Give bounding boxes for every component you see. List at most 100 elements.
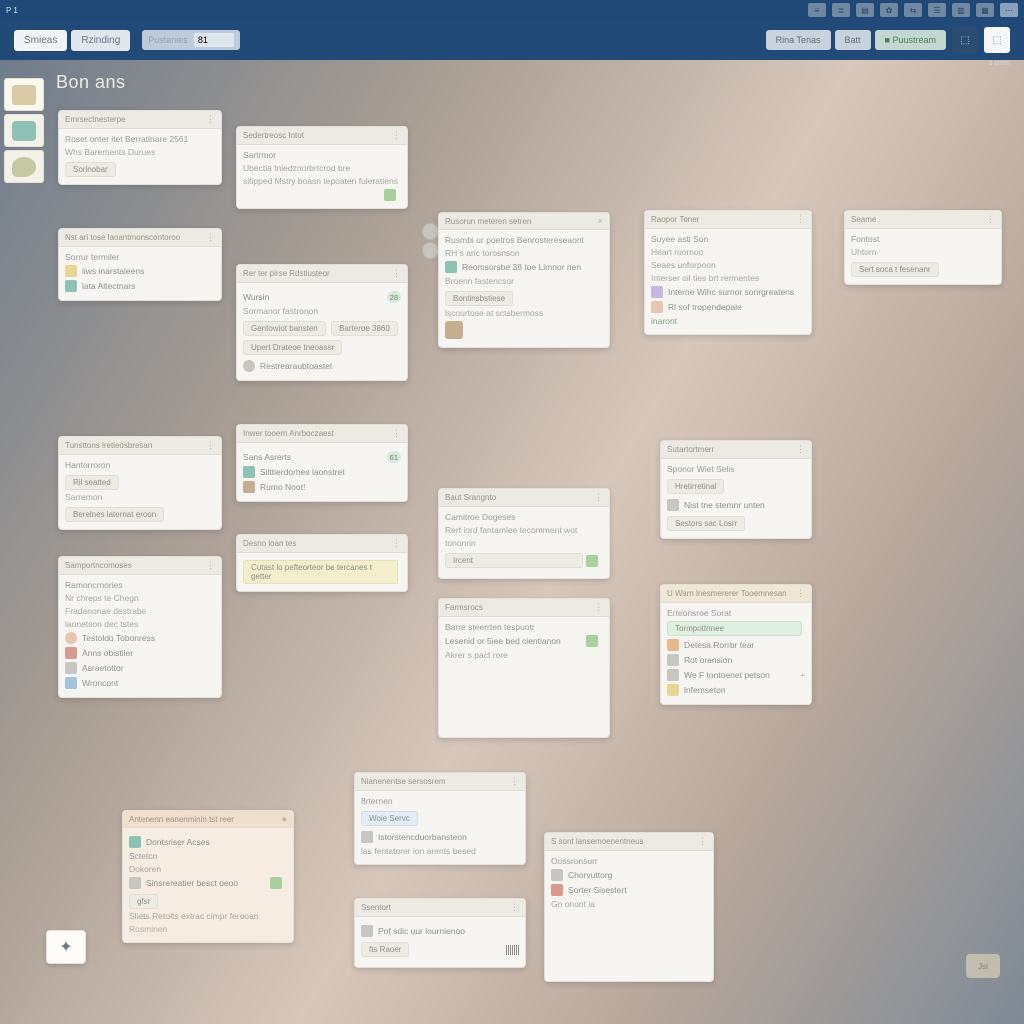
filter-input[interactable] [194, 33, 234, 47]
card-10[interactable]: Baut Srangnto⋮ Camitroe Dogeses Rert ior… [438, 488, 610, 579]
card-menu-icon[interactable]: ⋮ [206, 232, 215, 243]
titlebar-icon-6[interactable]: ☰ [928, 3, 946, 17]
card-row: Sorter Sisestert [551, 884, 707, 896]
card-line: Erteonsroe Sorat [667, 608, 805, 618]
card-menu-icon[interactable]: ⋮ [392, 538, 401, 549]
titlebar-icon-2[interactable]: ≣ [832, 3, 850, 17]
card-close-icon[interactable]: × [598, 216, 603, 226]
chip[interactable]: Sorinobar [65, 162, 116, 177]
titlebar-icon-9[interactable]: ⋯ [1000, 3, 1018, 17]
tab-secondary[interactable]: Rzinding [71, 30, 130, 51]
chip[interactable]: fts Raoer [361, 942, 409, 957]
card-menu-icon[interactable]: ⋮ [594, 602, 603, 613]
corner-badge[interactable]: Jsi [966, 954, 1000, 978]
toolbar-mid-button[interactable]: Batt [835, 30, 871, 50]
card-menu-icon[interactable]: ⋮ [698, 836, 707, 847]
chip-accent[interactable]: Tormpottnnee [667, 621, 802, 636]
card-menu-icon[interactable]: ⋮ [206, 560, 215, 571]
titlebar-icon-8[interactable]: ▦ [976, 3, 994, 17]
titlebar-icon-4[interactable]: ✿ [880, 3, 898, 17]
card-menu-icon[interactable]: ⋮ [594, 492, 603, 503]
card-16[interactable]: Antenenn eanenminin tst reer● Dontsriser… [122, 810, 294, 943]
avatar-icon [445, 321, 463, 339]
card-18[interactable]: Ssentort⋮ Pof sdic uur lournienoo fts Ra… [354, 898, 526, 968]
toolbar-square-1[interactable]: ⬚ [952, 27, 978, 53]
titlebar-icon-1[interactable]: ≡ [808, 3, 826, 17]
titlebar-icon-7[interactable]: ▥ [952, 3, 970, 17]
chip[interactable]: Ril seatted [65, 475, 119, 490]
card-menu-icon[interactable]: ⋮ [796, 444, 805, 455]
card-menu-icon[interactable]: ⋮ [510, 902, 519, 913]
tag-icon [667, 639, 679, 651]
chip[interactable]: Bontinsbstiese [445, 291, 513, 306]
chip[interactable]: gfsr [129, 894, 158, 909]
card-11[interactable]: Farmsrocs⋮ Barre steerrten tespuotr Lese… [438, 598, 610, 738]
chip[interactable]: Berelnes laternat eroon [65, 507, 164, 522]
card-14[interactable]: Sutartortmerr⋮ Sponor Wiet Selis Hretirr… [660, 440, 812, 539]
count-badge: 61 [387, 451, 401, 463]
tag-icon [667, 669, 679, 681]
chip[interactable]: Sert soca t fesenanr [851, 262, 939, 277]
card-menu-icon[interactable]: ⋮ [796, 214, 805, 225]
card-menu-icon[interactable]: ⋮ [206, 114, 215, 125]
card-6[interactable]: Rer ter pirse Rdstiusteor⋮ Wursin28 Sorm… [236, 264, 408, 381]
card-15[interactable]: U Warn lnesmererer Tooemnesan⋮ Erteonsro… [660, 584, 812, 705]
card-9[interactable]: Rusorun meteren setren× Rusmbi ur poetro… [438, 212, 610, 348]
card-row: Istorstencduorbansteon [361, 831, 519, 843]
chip[interactable]: Sestors sac Losrr [667, 516, 745, 531]
card-row: Rl sof tropendepale [651, 301, 805, 313]
card-4[interactable]: Samportncomoses⋮ Ramoncrnories Nr chreps… [58, 556, 222, 698]
chip[interactable]: Gentowiot bansten [243, 321, 326, 336]
titlebar-icon-3[interactable]: ▤ [856, 3, 874, 17]
connector-dot-1 [422, 223, 439, 240]
card-menu-icon[interactable]: ⋮ [392, 428, 401, 439]
status-icon [586, 635, 598, 647]
toolbar-feature-button[interactable]: Rina Tenas [766, 30, 831, 50]
card-title: Sedertreosc Intot [243, 131, 304, 140]
card-3[interactable]: Tunsttons lretieosbresan⋮ Hantorroron Ri… [58, 436, 222, 530]
card-line: Rusmbi ur poetros Benrostereseaont [445, 235, 603, 245]
card-menu-icon[interactable]: ⋮ [392, 268, 401, 279]
add-icon[interactable]: + [800, 670, 805, 680]
connector-dot-2 [422, 242, 439, 259]
card-line: las fentatorer ion arents besed [361, 846, 519, 856]
chip[interactable]: Barteroe 3860 [331, 321, 398, 336]
card-13[interactable]: Seame⋮ Fontost Uhtorn Sert soca t fesena… [844, 210, 1002, 285]
toolbar-accent-button[interactable]: ■ Puustream [875, 30, 946, 50]
card-row: Sans Asrerts61 [243, 451, 401, 463]
card-1[interactable]: Emrsectnesterpe⋮ Roset onter itet Berrat… [58, 110, 222, 185]
toolbar-square-2[interactable]: ⬚ [984, 27, 1010, 53]
chip[interactable]: Upert Drateoe tneoassr [243, 340, 342, 355]
card-line: Sponor Wiet Selis [667, 464, 805, 474]
compose-fab[interactable]: ✦ [46, 930, 86, 964]
card-menu-icon[interactable]: ⋮ [392, 130, 401, 141]
card-menu-icon[interactable]: ⋮ [986, 214, 995, 225]
card-17[interactable]: Nianenentse sersosrem⋮ 8rternen Woie Ser… [354, 772, 526, 865]
card-19[interactable]: S sont lansemoenentneus⋮ Oossronsurr Cho… [544, 832, 714, 982]
card-menu-icon[interactable]: ⋮ [206, 440, 215, 451]
card-title: S sont lansemoenentneus [551, 837, 644, 846]
card-line: Sorrur termiler [65, 252, 215, 262]
chip-highlight[interactable]: Cutast lo pefteorteor be tercanes t gett… [243, 560, 398, 584]
card-8[interactable]: Desno ioan tes⋮ Cutast lo pefteorteor be… [236, 534, 408, 592]
card-7[interactable]: Inwer tooern Anrboczaest⋮ Sans Asrerts61… [236, 424, 408, 502]
chip-accent[interactable]: Woie Servc [361, 811, 418, 826]
card-link[interactable]: inaront [651, 316, 805, 326]
card-title: Baut Srangnto [445, 493, 496, 502]
card-12[interactable]: Raopor Toner⋮ Suyee asti Son Heart roorn… [644, 210, 812, 335]
card-5[interactable]: Sedertreosc Intot⋮ Sartrmor Ubectia Inie… [236, 126, 408, 209]
board-canvas[interactable]: Emrsectnesterpe⋮ Roset onter itet Berrat… [0, 70, 1024, 1024]
card-menu-icon[interactable]: ⋮ [796, 588, 805, 599]
card-line: Sartrmor [243, 150, 401, 160]
card-menu-icon[interactable]: ⋮ [510, 776, 519, 787]
card-line: Whs Barements Durues [65, 147, 215, 157]
card-line: Sormanor fastronon [243, 306, 401, 316]
card-pin-icon[interactable]: ● [282, 814, 287, 824]
card-line: Sctetcn [129, 851, 287, 861]
card-2[interactable]: Nst ari tose laoantmonscontoroo⋮ Sorrur … [58, 228, 222, 301]
chip[interactable]: Ircent [445, 553, 583, 568]
chip[interactable]: Hretirretinal [667, 479, 724, 494]
tab-primary[interactable]: Smieas [14, 30, 67, 51]
titlebar-icon-5[interactable]: ⇆ [904, 3, 922, 17]
card-row: Wursin28 [243, 291, 401, 303]
